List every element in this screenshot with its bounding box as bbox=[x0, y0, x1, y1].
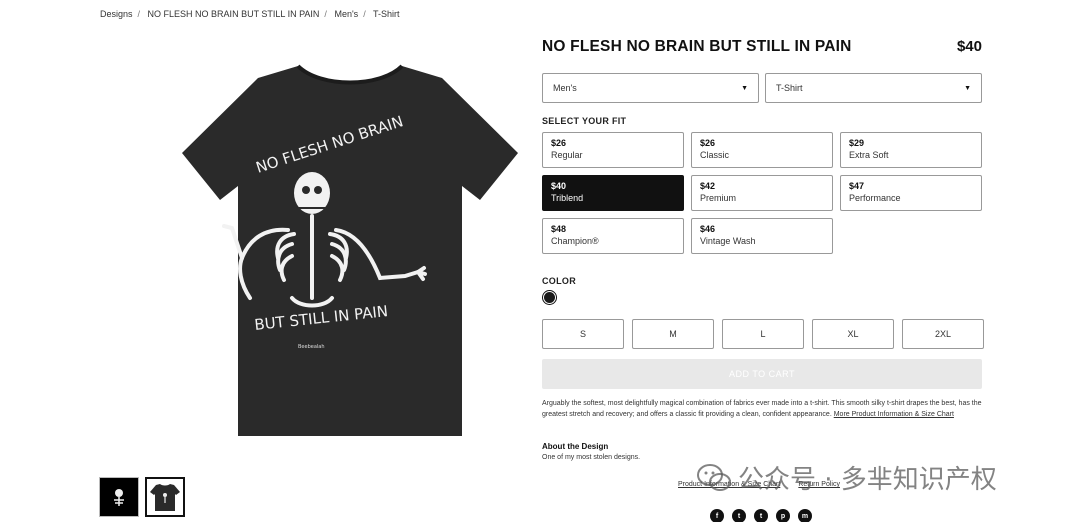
fit-option-vintage-wash[interactable]: $46 Vintage Wash bbox=[691, 218, 833, 254]
breadcrumb-designs[interactable]: Designs bbox=[100, 9, 133, 19]
thumbnail-strip bbox=[99, 477, 185, 517]
product-main-image[interactable]: NO FLESH NO BRAIN BUT STILL IN PAIN Beeb… bbox=[180, 58, 520, 443]
breadcrumb-mens[interactable]: Men's bbox=[334, 9, 358, 19]
size-l[interactable]: L bbox=[722, 319, 804, 349]
size-2xl[interactable]: 2XL bbox=[902, 319, 984, 349]
breadcrumb-design-title[interactable]: NO FLESH NO BRAIN BUT STILL IN PAIN bbox=[148, 9, 320, 19]
color-label: COLOR bbox=[542, 276, 576, 286]
about-design-title: About the Design bbox=[542, 442, 609, 451]
fit-option-classic[interactable]: $26 Classic bbox=[691, 132, 833, 168]
tshirt-thumb-icon bbox=[150, 484, 180, 511]
pinterest-icon[interactable]: p bbox=[776, 509, 790, 522]
gender-select-value: Men's bbox=[553, 83, 577, 93]
chevron-down-icon: ▼ bbox=[741, 84, 748, 92]
breadcrumb-tshirt[interactable]: T-Shirt bbox=[373, 9, 400, 19]
add-to-cart-button[interactable]: ADD TO CART bbox=[542, 359, 982, 389]
gender-select[interactable]: Men's ▼ bbox=[542, 73, 759, 103]
color-swatch-black[interactable] bbox=[542, 290, 557, 305]
style-select-value: T-Shirt bbox=[776, 83, 803, 93]
design-signature: Beebealah bbox=[298, 344, 325, 350]
mail-icon[interactable]: m bbox=[798, 509, 812, 522]
thumbnail-artwork[interactable] bbox=[99, 477, 139, 517]
about-design-text: One of my most stolen designs. bbox=[542, 454, 641, 461]
wechat-icon bbox=[697, 463, 731, 491]
fit-option-extra-soft[interactable]: $29 Extra Soft bbox=[840, 132, 982, 168]
watermark-text: 公众号 · 多芈知识产权 bbox=[738, 465, 997, 495]
thumbnail-tshirt[interactable] bbox=[145, 477, 185, 517]
fit-option-champion[interactable]: $48 Champion® bbox=[542, 218, 684, 254]
facebook-icon[interactable]: f bbox=[710, 509, 724, 522]
size-options: S M L XL 2XL bbox=[542, 319, 984, 349]
size-s[interactable]: S bbox=[542, 319, 624, 349]
product-price: $40 bbox=[956, 38, 982, 55]
fit-option-performance[interactable]: $47 Performance bbox=[840, 175, 982, 211]
product-title: NO FLESH NO BRAIN BUT STILL IN PAIN bbox=[542, 38, 852, 55]
chevron-down-icon: ▼ bbox=[964, 84, 971, 92]
social-share: f t t p m bbox=[710, 509, 812, 522]
fit-option-premium[interactable]: $42 Premium bbox=[691, 175, 833, 211]
product-description: Arguably the softest, most delightfully … bbox=[542, 400, 982, 418]
fit-label: SELECT YOUR FIT bbox=[542, 116, 627, 126]
more-info-link[interactable]: More Product Information & Size Chart bbox=[834, 411, 954, 418]
fit-option-triblend[interactable]: $40 Triblend bbox=[542, 175, 684, 211]
skeleton-thumb-icon bbox=[114, 489, 124, 506]
fit-options: $26 Regular $26 Classic $29 Extra Soft $40 T… bbox=[542, 132, 982, 254]
breadcrumb: Designs / NO FLESH NO BRAIN BUT STILL IN … bbox=[100, 9, 400, 19]
tumblr-icon[interactable]: t bbox=[732, 509, 746, 522]
size-xl[interactable]: XL bbox=[812, 319, 894, 349]
size-m[interactable]: M bbox=[632, 319, 714, 349]
watermark: 公众号 · 多芈知识产权 bbox=[696, 459, 997, 496]
fit-option-regular[interactable]: $26 Regular bbox=[542, 132, 684, 168]
twitter-icon[interactable]: t bbox=[754, 509, 768, 522]
tshirt-image: NO FLESH NO BRAIN BUT STILL IN PAIN Beeb… bbox=[182, 64, 518, 436]
style-select[interactable]: T-Shirt ▼ bbox=[765, 73, 982, 103]
